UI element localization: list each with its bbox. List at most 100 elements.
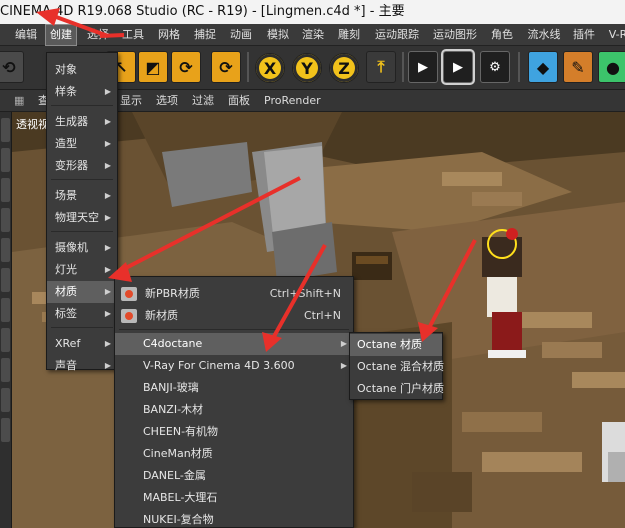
submenu-arrow-icon: ▶ <box>104 191 111 200</box>
menu-separator <box>51 327 113 328</box>
material-library-item[interactable]: CineMan材质 <box>115 443 353 465</box>
viewport-grip-icon: ▦ <box>14 94 25 107</box>
material-library-item[interactable]: MABEL-大理石 <box>115 487 353 509</box>
menu-1[interactable]: 创建 <box>45 24 77 46</box>
mode-button[interactable] <box>1 328 10 352</box>
create-menu-item[interactable]: 对象 <box>47 59 117 81</box>
create-menu-item-label: 材质 <box>55 285 77 298</box>
create-menu-item[interactable]: 生成器 ▶ <box>47 111 117 133</box>
mode-button[interactable] <box>1 298 10 322</box>
mode-button[interactable] <box>1 418 10 442</box>
mode-button[interactable] <box>1 388 10 412</box>
create-menu-item[interactable]: 摄像机 ▶ <box>47 237 117 259</box>
create-menu-item-label: XRef <box>55 337 81 350</box>
create-menu-item[interactable]: 灯光 ▶ <box>47 259 117 281</box>
rotate-tool-icon[interactable]: ⟳ <box>171 51 201 83</box>
mode-button[interactable] <box>1 148 10 172</box>
mode-button[interactable] <box>1 178 10 202</box>
menu-separator <box>51 179 113 180</box>
menu-14[interactable]: 插件 <box>569 24 599 46</box>
submenu-arrow-icon: ▶ <box>104 243 111 252</box>
octane-material-label: Octane 材质 <box>357 338 422 351</box>
new-material-shortcut: Ctrl+N <box>303 309 341 322</box>
c4doctane-item[interactable]: C4doctane ▶ <box>115 333 353 355</box>
menu-9[interactable]: 雕刻 <box>334 24 364 46</box>
scale-tool-icon[interactable]: ◩ <box>138 51 168 83</box>
create-menu-item[interactable]: 声音 ▶ <box>47 355 117 377</box>
create-menu-item-label: 变形器 <box>55 159 88 172</box>
submenu-arrow-icon: ▶ <box>104 213 111 222</box>
subdivision-icon[interactable]: ● <box>598 51 625 83</box>
menu-10[interactable]: 运动跟踪 <box>370 24 424 46</box>
create-menu-item[interactable]: 变形器 ▶ <box>47 155 117 177</box>
mode-palette <box>0 112 12 528</box>
material-library-label: BANJI-玻璃 <box>143 381 199 394</box>
main-menubar: 编辑 创建 选择 工具 网格 捕捉 动画 模拟 渲染 雕刻 运动跟踪 运动图形 角色 流水线 插件 V-R <box>0 24 625 46</box>
new-pbr-material-item[interactable]: 新PBR材质 Ctrl+Shift+N <box>115 283 353 305</box>
x-axis-label: X <box>263 58 277 78</box>
viewport-name: 透视视 <box>16 118 49 131</box>
toolbar-separator <box>402 52 404 82</box>
viewport-display-menu[interactable]: 显示 <box>120 90 142 112</box>
material-library-item[interactable]: CHEEN-有机物 <box>115 421 353 443</box>
new-material-item[interactable]: 新材质 Ctrl+N <box>115 305 353 327</box>
create-menu-item[interactable]: 标签 ▶ <box>47 303 117 325</box>
menu-15[interactable]: V-R <box>605 24 625 46</box>
create-menu-item[interactable]: XRef ▶ <box>47 333 117 355</box>
menu-4[interactable]: 网格 <box>154 24 184 46</box>
create-menu-item-label: 生成器 <box>55 115 88 128</box>
create-menu-item[interactable]: 样条 ▶ <box>47 81 117 103</box>
viewport-panel-menu[interactable]: 面板 <box>228 90 250 112</box>
mode-button[interactable] <box>1 238 10 262</box>
menu-2[interactable]: 选择 <box>83 24 113 46</box>
menu-3[interactable]: 工具 <box>118 24 148 46</box>
octane-mix-material-item[interactable]: Octane 混合材质 <box>350 356 444 378</box>
pen-spline-icon[interactable]: ✎ <box>563 51 593 83</box>
submenu-arrow-icon: ▶ <box>104 87 111 96</box>
material-library-item[interactable]: NUKEI-复合物 <box>115 509 353 528</box>
menu-7[interactable]: 模拟 <box>263 24 293 46</box>
material-library-item[interactable]: BANZI-木材 <box>115 399 353 421</box>
menu-8[interactable]: 渲染 <box>298 24 328 46</box>
octane-material-item[interactable]: Octane 材质 <box>350 334 442 356</box>
render-picture-viewer-icon[interactable]: ▶ <box>443 51 473 83</box>
new-material-label: 新材质 <box>145 309 178 322</box>
menu-5[interactable]: 捕捉 <box>190 24 220 46</box>
octane-mix-material-label: Octane 混合材质 <box>357 360 444 373</box>
cube-primitive-icon[interactable]: ◆ <box>528 51 558 83</box>
viewport-options-menu[interactable]: 选项 <box>156 90 178 112</box>
y-axis-label: Y <box>301 58 313 78</box>
recent-tool-icon[interactable]: ⟳ <box>211 51 241 83</box>
x-axis-lock-button[interactable]: X <box>255 53 285 83</box>
material-library-item[interactable]: DANEL-金属 <box>115 465 353 487</box>
undo-icon[interactable]: ⟲ <box>0 51 24 83</box>
create-menu-item[interactable]: 物理天空 ▶ <box>47 207 117 229</box>
create-menu-item-label: 物理天空 <box>55 211 99 224</box>
create-menu-item-label: 对象 <box>55 63 77 76</box>
menu-13[interactable]: 流水线 <box>523 24 565 46</box>
menu-11[interactable]: 运动图形 <box>428 24 482 46</box>
mode-button[interactable] <box>1 268 10 292</box>
mode-button[interactable] <box>1 358 10 382</box>
create-menu-item-label: 摄像机 <box>55 241 88 254</box>
toolbar-separator <box>247 52 249 82</box>
mode-button[interactable] <box>1 208 10 232</box>
material-library-item[interactable]: BANJI-玻璃 <box>115 377 353 399</box>
create-menu-item[interactable]: 造型 ▶ <box>47 133 117 155</box>
coordinate-system-icon[interactable]: ⤒ <box>366 51 396 83</box>
mode-button[interactable] <box>1 118 10 142</box>
render-view-icon[interactable]: ▶ <box>408 51 438 83</box>
create-menu-item[interactable]: 材质 ▶ <box>47 281 117 303</box>
octane-portal-material-item[interactable]: Octane 门户材质 <box>350 378 444 400</box>
viewport-filter-menu[interactable]: 过滤 <box>192 90 214 112</box>
z-axis-lock-button[interactable]: Z <box>329 53 359 83</box>
create-menu-item[interactable]: 场景 ▶ <box>47 185 117 207</box>
submenu-arrow-icon: ▶ <box>340 361 347 370</box>
vray-item[interactable]: V-Ray For Cinema 4D 3.600 ▶ <box>115 355 353 377</box>
menu-6[interactable]: 动画 <box>226 24 256 46</box>
y-axis-lock-button[interactable]: Y <box>292 53 322 83</box>
menu-0[interactable]: 编辑 <box>12 24 40 46</box>
render-settings-icon[interactable]: ⚙ <box>480 51 510 83</box>
menu-12[interactable]: 角色 <box>487 24 517 46</box>
viewport-prorender-menu[interactable]: ProRender <box>264 90 321 112</box>
